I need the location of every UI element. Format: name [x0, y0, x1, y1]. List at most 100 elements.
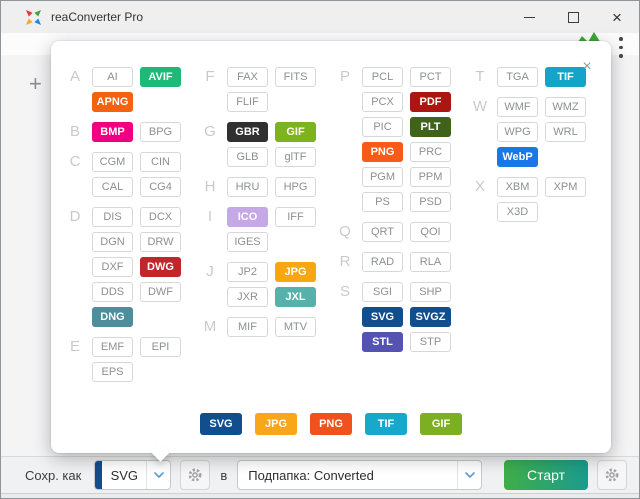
- format-button-rad[interactable]: RAD: [362, 252, 403, 272]
- format-button-dis[interactable]: DIS: [92, 207, 133, 227]
- format-button-ppm[interactable]: PPM: [410, 167, 451, 187]
- minimize-button[interactable]: [507, 1, 551, 33]
- format-button-jp2[interactable]: JP2: [227, 262, 268, 282]
- format-button-qoi[interactable]: QOI: [410, 222, 451, 242]
- app-settings-button[interactable]: [597, 460, 627, 490]
- format-button-apng[interactable]: APNG: [92, 92, 133, 112]
- quick-button-svg[interactable]: SVG: [200, 413, 242, 435]
- format-picker-dialog: × AAIAVIFAPNGBBMPBPGCCGMCINCALCG4DDISDCX…: [51, 41, 611, 453]
- format-button-gif[interactable]: GIF: [275, 122, 316, 142]
- format-button-ps[interactable]: PS: [362, 192, 403, 212]
- format-button-tga[interactable]: TGA: [497, 67, 538, 87]
- format-button-stl[interactable]: STL: [362, 332, 403, 352]
- format-button-dng[interactable]: DNG: [92, 307, 133, 327]
- format-group-d: DDISDCXDGNDRWDXFDWGDDSDWFDNG: [65, 207, 200, 327]
- format-button-dwg[interactable]: DWG: [140, 257, 181, 277]
- format-button-dwf[interactable]: DWF: [140, 282, 181, 302]
- format-button-tif[interactable]: TIF: [545, 67, 586, 87]
- format-button-ai[interactable]: AI: [92, 67, 133, 87]
- format-button-dgn[interactable]: DGN: [92, 232, 133, 252]
- output-format-select[interactable]: SVG: [94, 460, 171, 490]
- format-button-jpg[interactable]: JPG: [275, 262, 316, 282]
- add-files-icon[interactable]: +: [29, 71, 42, 97]
- format-button-psd[interactable]: PSD: [410, 192, 451, 212]
- format-button-svg[interactable]: SVG: [362, 307, 403, 327]
- format-button-mif[interactable]: MIF: [227, 317, 268, 337]
- format-button-bmp[interactable]: BMP: [92, 122, 133, 142]
- close-window-button[interactable]: ×: [595, 1, 639, 33]
- format-button-hru[interactable]: HRU: [227, 177, 268, 197]
- format-button-drw[interactable]: DRW: [140, 232, 181, 252]
- format-button-bpg[interactable]: BPG: [140, 122, 181, 142]
- start-button[interactable]: Старт: [504, 460, 588, 490]
- format-button-wpg[interactable]: WPG: [497, 122, 538, 142]
- format-button-jxr[interactable]: JXR: [227, 287, 268, 307]
- format-button-pdf[interactable]: PDF: [410, 92, 451, 112]
- format-button-mtv[interactable]: MTV: [275, 317, 316, 337]
- quick-button-jpg[interactable]: JPG: [255, 413, 297, 435]
- group-buttons: TGA TIF: [497, 67, 586, 87]
- group-buttons: AI AVIF APNG: [92, 67, 181, 112]
- format-button-pcx[interactable]: PCX: [362, 92, 403, 112]
- format-button-shp[interactable]: SHP: [410, 282, 451, 302]
- group-letter-w: W: [470, 97, 490, 167]
- format-button-wmf[interactable]: WMF: [497, 97, 538, 117]
- format-button-gbr[interactable]: GBR: [227, 122, 268, 142]
- format-button-wmz[interactable]: WMZ: [545, 97, 586, 117]
- format-button-fits[interactable]: FITS: [275, 67, 316, 87]
- quick-format-bar: SVG JPG PNG TIF GIF: [51, 413, 611, 435]
- format-button-svgz[interactable]: SVGZ: [410, 307, 451, 327]
- format-button-sgi[interactable]: SGI: [362, 282, 403, 302]
- minimize-icon: [524, 17, 535, 18]
- maximize-button[interactable]: [551, 1, 595, 33]
- bottom-bar: Сохр. как SVG в Подпапка: Converted Стар…: [1, 456, 639, 493]
- format-button-pcl[interactable]: PCL: [362, 67, 403, 87]
- format-button-stp[interactable]: STP: [410, 332, 451, 352]
- format-button-plt[interactable]: PLT: [410, 117, 451, 137]
- format-select-chevron[interactable]: [146, 461, 170, 489]
- format-button-gltf[interactable]: glTF: [275, 147, 316, 167]
- quick-button-tif[interactable]: TIF: [365, 413, 407, 435]
- format-settings-button[interactable]: [180, 460, 210, 490]
- format-button-pic[interactable]: PIC: [362, 117, 403, 137]
- format-button-iff[interactable]: IFF: [275, 207, 316, 227]
- format-button-eps[interactable]: EPS: [92, 362, 133, 382]
- format-button-jxl[interactable]: JXL: [275, 287, 316, 307]
- group-buttons: GBR GIF GLB glTF: [227, 122, 316, 167]
- group-letter-c: C: [65, 152, 85, 197]
- format-button-emf[interactable]: EMF: [92, 337, 133, 357]
- destination-select-chevron[interactable]: [457, 461, 481, 489]
- group-letter-x: X: [470, 177, 490, 222]
- format-button-xpm[interactable]: XPM: [545, 177, 586, 197]
- group-letter-b: B: [65, 122, 85, 142]
- format-button-ico[interactable]: ICO: [227, 207, 268, 227]
- format-button-xbm[interactable]: XBM: [497, 177, 538, 197]
- format-button-hpg[interactable]: HPG: [275, 177, 316, 197]
- format-button-qrt[interactable]: QRT: [362, 222, 403, 242]
- more-options-menu-icon[interactable]: [619, 37, 623, 58]
- format-button-png[interactable]: PNG: [362, 142, 403, 162]
- format-button-cg4[interactable]: CG4: [140, 177, 181, 197]
- format-button-prc[interactable]: PRC: [410, 142, 451, 162]
- format-button-avif[interactable]: AVIF: [140, 67, 181, 87]
- format-button-dcx[interactable]: DCX: [140, 207, 181, 227]
- format-button-pgm[interactable]: PGM: [362, 167, 403, 187]
- quick-button-png[interactable]: PNG: [310, 413, 352, 435]
- format-button-epi[interactable]: EPI: [140, 337, 181, 357]
- format-button-iges[interactable]: IGES: [227, 232, 268, 252]
- format-button-fax[interactable]: FAX: [227, 67, 268, 87]
- format-button-cin[interactable]: CIN: [140, 152, 181, 172]
- format-button-wrl[interactable]: WRL: [545, 122, 586, 142]
- format-button-flif[interactable]: FLIF: [227, 92, 268, 112]
- format-button-cgm[interactable]: CGM: [92, 152, 133, 172]
- format-button-pct[interactable]: PCT: [410, 67, 451, 87]
- format-button-rla[interactable]: RLA: [410, 252, 451, 272]
- format-button-x3d[interactable]: X3D: [497, 202, 538, 222]
- destination-select[interactable]: Подпапка: Converted: [237, 460, 482, 490]
- format-button-glb[interactable]: GLB: [227, 147, 268, 167]
- format-button-dxf[interactable]: DXF: [92, 257, 133, 277]
- format-button-webp[interactable]: WebP: [497, 147, 538, 167]
- format-button-cal[interactable]: CAL: [92, 177, 133, 197]
- format-button-dds[interactable]: DDS: [92, 282, 133, 302]
- quick-button-gif[interactable]: GIF: [420, 413, 462, 435]
